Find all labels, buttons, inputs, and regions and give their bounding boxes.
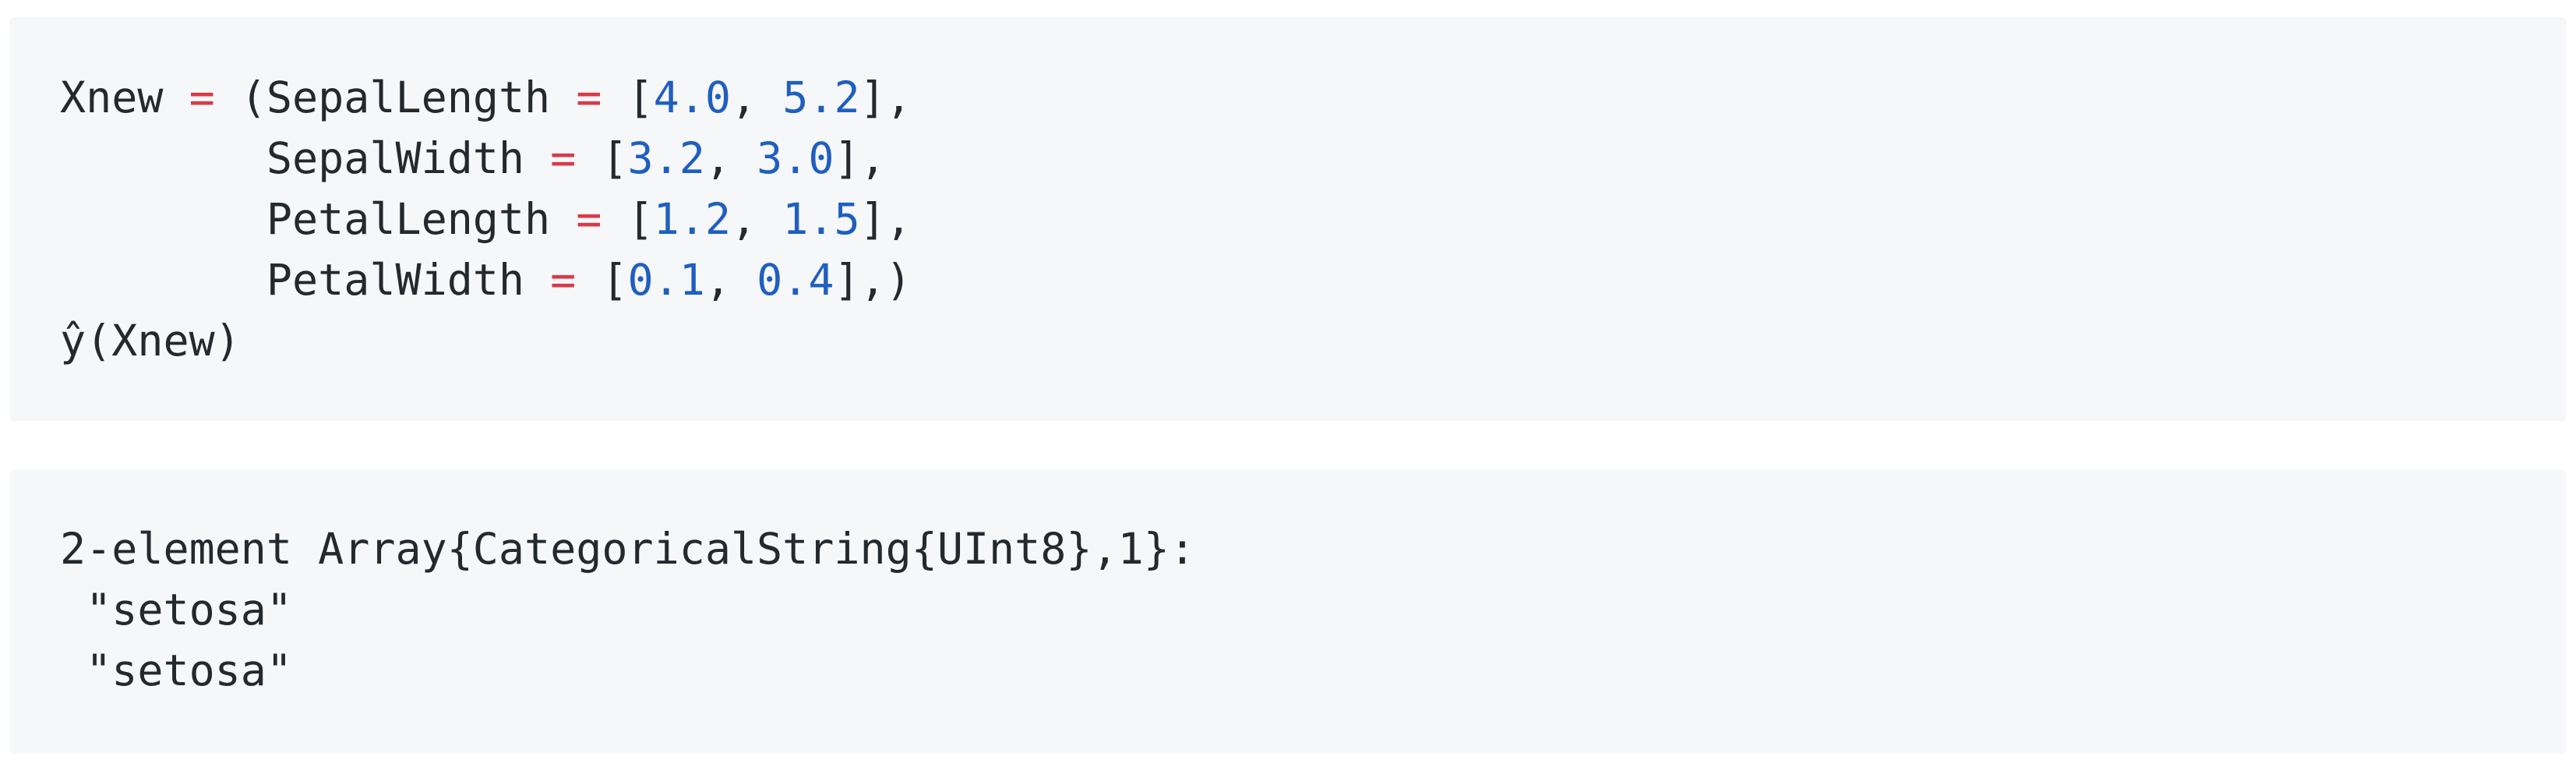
field-petal-width: PetalWidth [266, 255, 525, 305]
code-line-4: PetalWidth = [0.1, 0.4],) [266, 255, 912, 305]
field-sepal-width: SepalWidth [266, 133, 525, 183]
code-line-1: Xnew = (SepalLength = [4.0, 5.2], [60, 72, 912, 122]
function-call-yhat: ŷ(Xnew) [60, 316, 241, 366]
assign-operator: = [576, 194, 602, 244]
output-line-3: "setosa" [60, 645, 293, 695]
code-line-5: ŷ(Xnew) [60, 310, 912, 371]
code-line-3: PetalLength = [1.2, 1.5], [266, 194, 912, 244]
number-literal: 1.5 [782, 194, 860, 244]
code-line-2: SepalWidth = [3.2, 3.0], [266, 133, 886, 183]
number-literal: 4.0 [653, 72, 731, 122]
assign-operator: = [550, 255, 577, 305]
code-input-cell[interactable]: Xnew = (SepalLength = [4.0, 5.2], SepalW… [9, 17, 2567, 421]
number-literal: 0.1 [627, 255, 705, 305]
number-literal: 3.2 [627, 133, 705, 183]
output-line-2: "setosa" [60, 585, 293, 635]
assign-operator: = [550, 133, 577, 183]
code-output-cell: 2-element Array{CategoricalString{UInt8}… [9, 470, 2567, 753]
number-literal: 0.4 [757, 255, 835, 305]
field-sepal-length: (SepalLength [214, 72, 577, 122]
field-petal-length: PetalLength [266, 194, 551, 244]
number-literal: 1.2 [653, 194, 731, 244]
variable-xnew: Xnew [60, 72, 164, 122]
code-output-text: 2-element Array{CategoricalString{UInt8}… [60, 518, 1195, 701]
output-line-1: 2-element Array{CategoricalString{UInt8}… [60, 524, 1195, 574]
number-literal: 5.2 [782, 72, 860, 122]
code-input-text[interactable]: Xnew = (SepalLength = [4.0, 5.2], SepalW… [60, 67, 912, 371]
number-literal: 3.0 [757, 133, 835, 183]
assign-operator: = [576, 72, 602, 122]
assign-operator: = [189, 72, 215, 122]
